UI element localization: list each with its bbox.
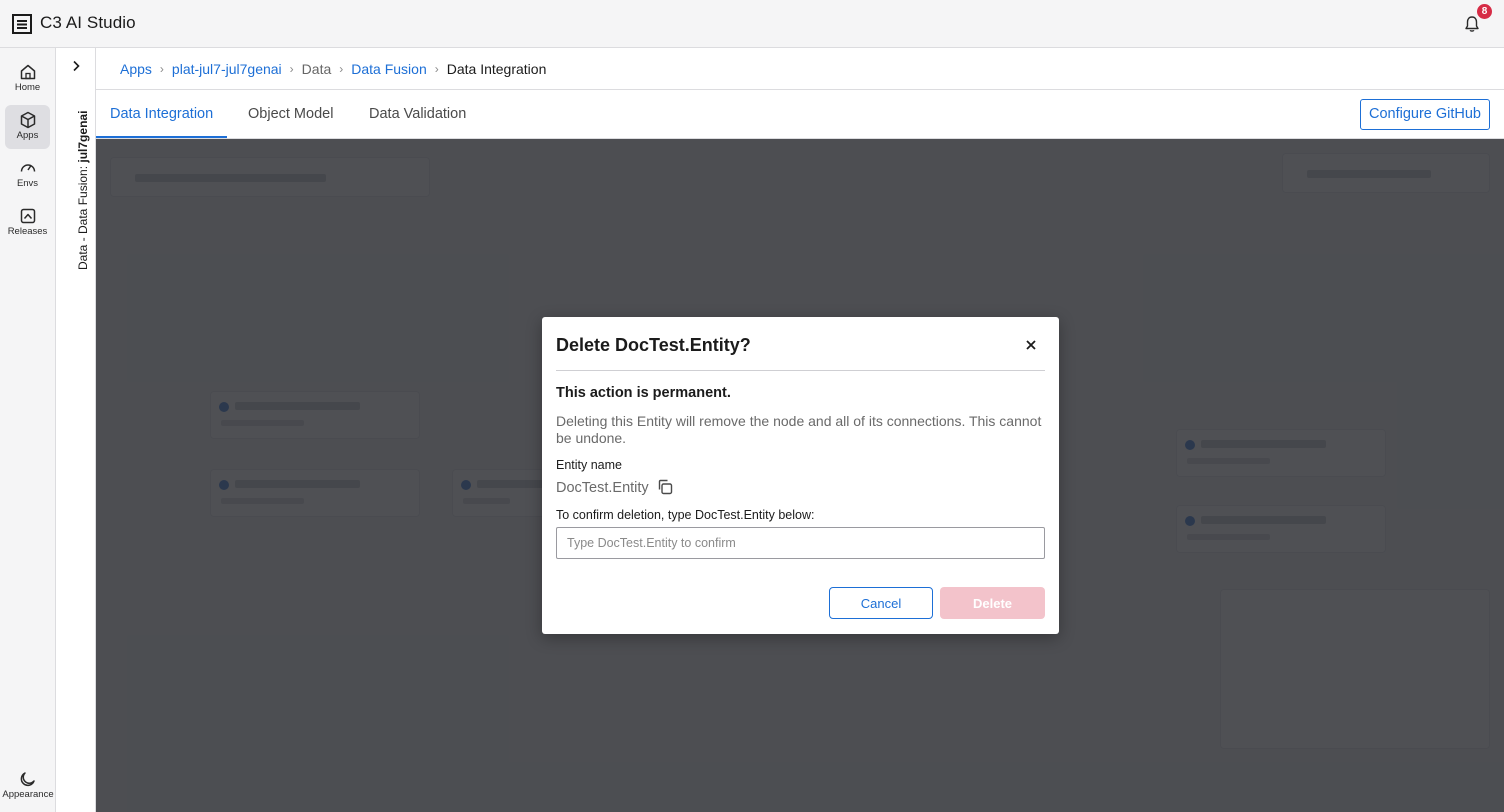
moon-icon	[20, 772, 35, 787]
breadcrumb-apps[interactable]: Apps	[120, 61, 152, 77]
breadcrumb-separator-icon: ›	[289, 61, 294, 76]
tab-object-model[interactable]: Object Model	[248, 90, 333, 138]
nav-releases[interactable]: Releases	[5, 201, 50, 245]
nav-releases-label: Releases	[7, 226, 48, 237]
nav-home[interactable]: Home	[5, 57, 50, 101]
context-name: jul7genai	[76, 110, 90, 163]
context-label: Data - Data Fusion: jul7genai	[76, 111, 90, 270]
nav-appearance[interactable]: Appearance	[0, 764, 56, 808]
breadcrumb-data-fusion[interactable]: Data Fusion	[351, 61, 426, 77]
entity-name-value: DocTest.Entity	[556, 480, 649, 496]
context-prefix: Data - Data Fusion:	[76, 165, 90, 270]
dialog-divider	[556, 370, 1045, 371]
nav-apps[interactable]: Apps	[5, 105, 50, 149]
configure-github-button[interactable]: Configure GitHub	[1359, 99, 1490, 130]
dialog-warning: This action is permanent.	[556, 385, 731, 401]
nav-home-label: Home	[14, 82, 41, 93]
cancel-button[interactable]: Cancel	[829, 587, 933, 619]
bell-icon[interactable]	[1463, 15, 1481, 33]
app-title: C3 AI Studio	[40, 13, 136, 32]
tab-data-validation[interactable]: Data Validation	[369, 90, 466, 138]
nav-envs[interactable]: Envs	[5, 153, 50, 197]
top-bar: C3 AI Studio 8	[0, 0, 1504, 48]
confirm-entity-input[interactable]	[556, 527, 1045, 559]
c3-logo-icon[interactable]	[12, 14, 32, 34]
delete-entity-dialog: Delete DocTest.Entity? This action is pe…	[542, 317, 1059, 634]
tab-bar: Data Integration Object Model Data Valid…	[96, 90, 1504, 139]
entity-name-label: Entity name	[556, 458, 623, 472]
tab-data-integration[interactable]: Data Integration	[96, 90, 228, 138]
close-icon[interactable]	[1022, 336, 1040, 354]
breadcrumb-app[interactable]: plat-jul7-jul7genai	[172, 61, 282, 77]
gauge-icon	[20, 164, 35, 172]
breadcrumb-separator-icon: ›	[339, 61, 344, 76]
delete-button[interactable]: Delete	[940, 587, 1045, 619]
breadcrumb-separator-icon: ›	[159, 61, 164, 76]
dialog-title: Delete DocTest.Entity?	[556, 335, 751, 355]
dialog-description: Deleting this Entity will remove the nod…	[556, 413, 1042, 446]
home-icon	[20, 64, 35, 80]
chevron-right-icon[interactable]	[68, 58, 84, 74]
nav-apps-label: Apps	[16, 130, 39, 141]
nav-appearance-label: Appearance	[2, 789, 54, 800]
breadcrumb-current: Data Integration	[446, 60, 547, 77]
nav-envs-label: Envs	[16, 178, 39, 189]
copy-icon[interactable]	[656, 478, 674, 496]
confirm-label: To confirm deletion, type DocTest.Entity…	[556, 508, 815, 522]
cube-icon	[20, 111, 35, 129]
context-panel: Data - Data Fusion: jul7genai	[56, 48, 96, 812]
breadcrumb: Apps › plat-jul7-jul7genai › Data › Data…	[96, 48, 1504, 90]
left-nav-rail: Home Apps Envs Releases Appearance	[0, 48, 56, 812]
release-icon	[20, 208, 35, 224]
notification-badge: 8	[1477, 4, 1492, 19]
breadcrumb-separator-icon: ›	[434, 61, 439, 76]
breadcrumb-data: Data	[301, 60, 332, 77]
